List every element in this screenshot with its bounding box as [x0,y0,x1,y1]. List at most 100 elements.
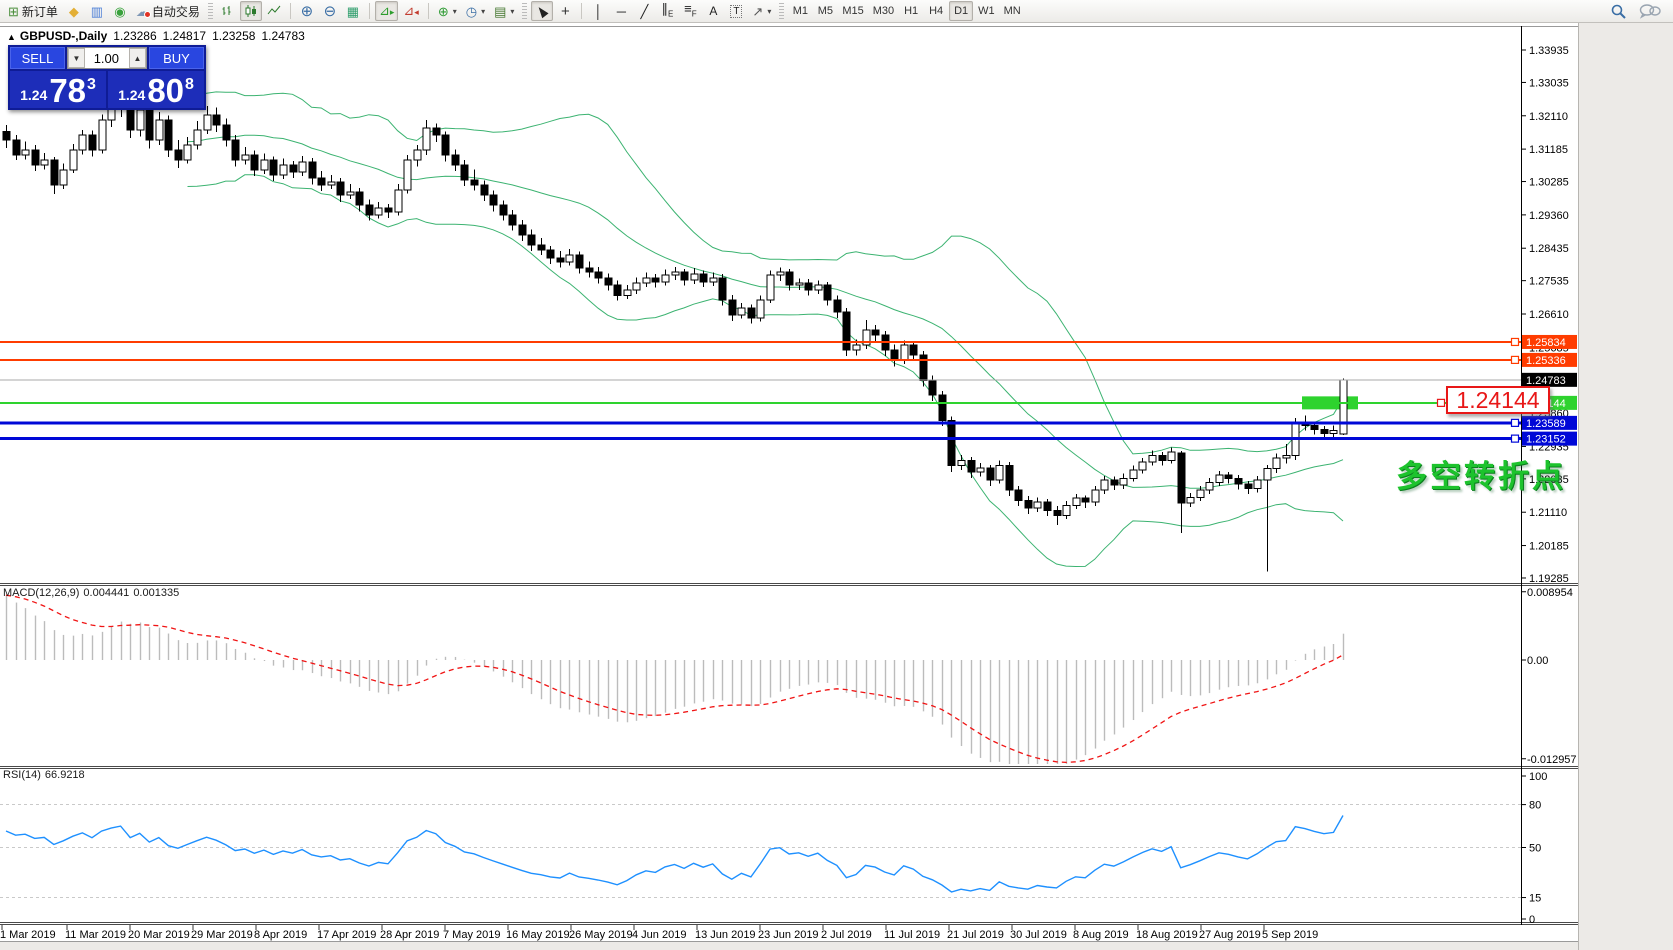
candle-body [137,110,144,130]
text-tool-button[interactable]: A [702,1,724,21]
candle-body [1159,455,1166,460]
candle-body [242,155,249,160]
axis-tick-label: 1.32110 [1529,111,1568,123]
volume-increase-button[interactable]: ▲ [129,48,146,68]
indicators-button[interactable]: ⊕▾ [434,1,461,21]
date-label: 4 Jun 2019 [632,929,686,941]
candle-body [738,308,745,315]
zoom-out-button[interactable]: ⊖ [319,1,341,21]
new-order-button[interactable]: ⊞ 新订单 [4,1,62,21]
timeframe-group: M1M5M15M30H1H4D1W1MN [788,1,1024,21]
label-anchor-handle [1438,399,1445,406]
candle-body [1283,456,1290,458]
candle-body [1206,482,1213,490]
line-chart-button[interactable] [263,1,285,21]
horizontal-line-button[interactable]: ─ [610,1,632,21]
autotrading-button[interactable]: ☁ 自动交易 [132,1,204,21]
price-tag-label: 1.23152 [1526,434,1566,446]
market-watch-button[interactable]: ▥ [86,1,108,21]
candle-body [1073,498,1080,505]
candle-body [1006,465,1013,490]
channel-icon: ∥E [661,2,673,21]
candle-body [777,272,784,275]
search-icon[interactable] [1610,3,1627,20]
timeframe-d1[interactable]: D1 [949,1,973,21]
volume-value[interactable]: 1.00 [85,48,129,68]
price-level-label[interactable]: 1.24144 [1446,386,1550,414]
fibonacci-icon: ≡F [684,2,696,21]
candle-body [356,192,363,205]
tile-windows-button[interactable]: ▦ [342,1,364,21]
fibonacci-button[interactable]: ≡F [679,1,701,21]
candle-body [996,465,1003,480]
pivot-annotation-text[interactable]: 多空转折点 [1396,451,1566,496]
candle-body [652,278,659,282]
signals-button[interactable]: ◉ [109,1,131,21]
candle-body [99,120,106,150]
zoom-in-icon: ⊕ [301,5,314,18]
chart-canvas[interactable]: 1.339351.330351.321101.311851.302851.293… [0,23,1578,942]
timeframe-m15[interactable]: M15 [838,1,867,21]
vertical-line-button[interactable]: │ [587,1,609,21]
axis-tick-label: 1.27535 [1529,276,1569,288]
sell-price-prefix: 1.24 [20,87,47,103]
candle-body [204,115,211,130]
toolbar-grip [779,3,784,19]
timeframe-m30[interactable]: M30 [869,1,898,21]
candle-body [843,312,850,350]
candlestick-chart-button[interactable] [240,1,262,21]
shapes-button[interactable]: ↗▾ [748,1,775,21]
date-label: 26 May 2019 [569,929,633,941]
candle-body [1044,502,1051,510]
sell-price-display[interactable]: 1.24783 [10,71,106,108]
macd-signal-value: 0.001335 [133,587,179,599]
buy-price-pip: 8 [185,76,194,94]
community-chat-icon[interactable] [1639,3,1661,19]
timeframe-w1[interactable]: W1 [974,1,999,21]
sell-button[interactable]: SELL [10,47,65,69]
macd-label: MACD(12,26,9)0.0044410.001335 [3,587,183,599]
toolbar-separator [581,3,582,19]
symbol-period-label: GBPUSD-,Daily [20,29,107,43]
candle-body [385,208,392,212]
candle-body [901,345,908,360]
periods-button[interactable]: ◷▾ [462,1,489,21]
candle-body [987,468,994,480]
buy-price-display[interactable]: 1.24808 [108,71,204,108]
buy-button[interactable]: BUY [149,47,204,69]
volume-stepper: ▼ 1.00 ▲ [67,47,147,69]
collapse-panel-icon[interactable]: ▲ [7,32,16,42]
cursor-button[interactable] [531,1,553,21]
candle-body [79,135,86,150]
candle-body [251,155,258,170]
volume-decrease-button[interactable]: ▼ [68,48,85,68]
auto-scroll-button[interactable]: ⊿▸ [375,1,398,21]
text-label-button[interactable]: T [725,1,747,21]
line-anchor-handle [1512,356,1519,363]
candle-body [347,192,354,195]
date-label: 11 Mar 2019 [65,929,126,941]
timeframe-mn[interactable]: MN [1000,1,1025,21]
candle-body [490,195,497,205]
channel-button[interactable]: ∥E [656,1,678,21]
chart-shift-button[interactable]: ⊿◂ [399,1,422,21]
templates-button[interactable]: ▤▾ [490,1,518,21]
candle-body [1330,430,1337,433]
candle-body [939,395,946,420]
bar-chart-button[interactable] [217,1,239,21]
candle-body [1034,502,1041,508]
candle-body [223,125,230,140]
candle-body [299,162,306,172]
trendline-button[interactable]: ╱ [633,1,655,21]
timeframe-h1[interactable]: H1 [899,1,923,21]
timeframe-h4[interactable]: H4 [924,1,948,21]
crosshair-button[interactable]: + [554,1,576,21]
timeframe-m5[interactable]: M5 [813,1,837,21]
timeframe-m1[interactable]: M1 [788,1,812,21]
one-click-trading-panel: SELL ▼ 1.00 ▲ BUY 1.24783 1.24808 [8,45,206,110]
candle-body [442,135,449,155]
metaeditor-button[interactable]: ◆ [63,1,85,21]
zoom-in-button[interactable]: ⊕ [296,1,318,21]
horizontal-line-icon: ─ [617,5,626,18]
candle-body [786,272,793,285]
